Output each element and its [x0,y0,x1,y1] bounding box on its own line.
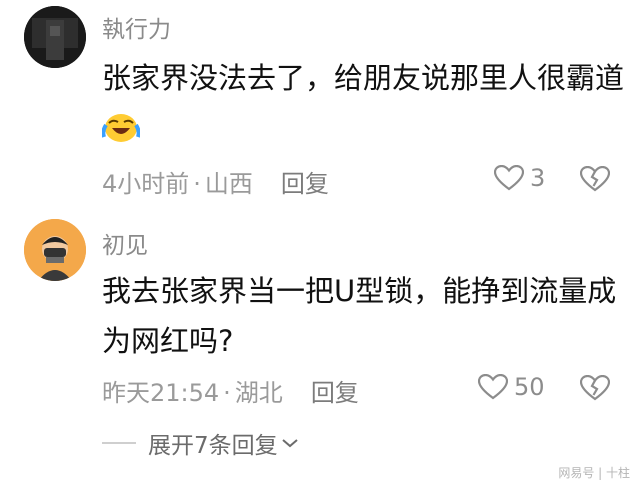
expand-replies-button[interactable]: 展开7条回复 [102,426,299,460]
comment-time-1: 4小时前 [102,170,190,198]
username-1[interactable]: 執行力 [102,10,171,44]
comment-location-1: 山西 [204,170,253,198]
avatar-user-2[interactable] [24,219,86,281]
broken-heart-icon [579,374,611,401]
heart-outline-icon [478,374,508,400]
chevron-down-icon [281,439,298,448]
avatar-user-1[interactable] [24,6,86,68]
meta-separator: · [223,379,231,407]
like-count-1: 3 [530,164,546,192]
comment-meta-2: 昨天21:54 · 湖北 回复 [102,373,359,408]
comment-text-2: 我去张家界当一把U型锁，能挣到流量成为网红吗? [102,274,617,358]
watermark: 网易号 | 十柱 [558,466,630,480]
dislike-button-2[interactable] [579,374,611,405]
like-button-1[interactable]: 3 [494,164,545,192]
comment-text-1-content: 张家界没法去了，给朋友说那里人很霸道 [102,61,625,95]
dislike-button-1[interactable] [579,165,611,196]
comment-location-2: 湖北 [234,379,283,407]
comment-time-2: 昨天21:54 [102,379,220,407]
like-count-2: 50 [514,373,545,401]
like-button-2[interactable]: 50 [478,373,545,401]
username-2[interactable]: 初见 [102,226,148,260]
broken-heart-icon [579,165,611,192]
meta-separator: · [193,170,201,198]
avatar-image-2 [24,219,86,281]
heart-outline-icon [494,165,524,191]
comment-meta-1: 4小时前 · 山西 回复 [102,164,329,199]
reply-button-1[interactable]: 回复 [281,170,329,198]
avatar-image-1 [24,6,86,68]
laughing-crying-emoji-icon [101,109,141,159]
expand-replies-label: 展开7条回复 [148,433,278,459]
comment-text-1: 张家界没法去了，给朋友说那里人很霸道 [101,53,627,159]
expand-divider-line [102,442,136,444]
reply-button-2[interactable]: 回复 [311,379,359,407]
